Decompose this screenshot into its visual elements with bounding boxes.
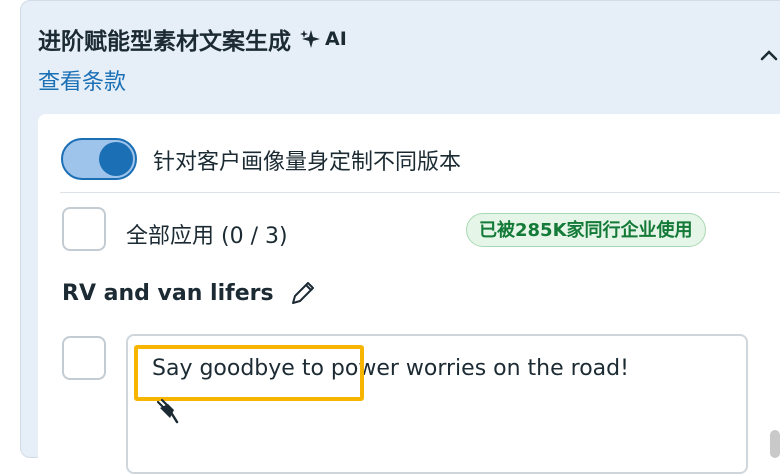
toggle-knob	[99, 142, 133, 176]
personalize-toggle[interactable]	[61, 138, 137, 180]
highlight-box	[134, 345, 364, 401]
ai-badge: AI	[299, 28, 347, 50]
apply-all-checkbox[interactable]	[62, 207, 106, 251]
panel-title-text: 进阶赋能型素材文案生成	[38, 29, 291, 55]
personalize-label: 针对客户画像量身定制不同版本	[153, 150, 462, 175]
scrollbar-thumb[interactable]	[770, 430, 780, 458]
segment-title: RV and van lifers	[62, 278, 318, 308]
segment-title-text: RV and van lifers	[62, 280, 274, 306]
chevron-up-icon[interactable]	[758, 44, 780, 66]
sparkle-icon	[300, 30, 320, 48]
panel-title: 进阶赋能型素材文案生成 AI	[38, 22, 347, 56]
usage-badge: 已被285K家同行企业使用	[466, 213, 706, 247]
pencil-icon[interactable]	[288, 278, 318, 308]
ai-label: AI	[325, 28, 347, 50]
divider	[60, 192, 780, 193]
plug-icon	[156, 398, 179, 424]
view-terms-link[interactable]: 查看条款	[38, 64, 126, 96]
segment-copy-checkbox[interactable]	[62, 336, 106, 380]
apply-all-label: 全部应用 (0 / 3)	[126, 224, 288, 249]
